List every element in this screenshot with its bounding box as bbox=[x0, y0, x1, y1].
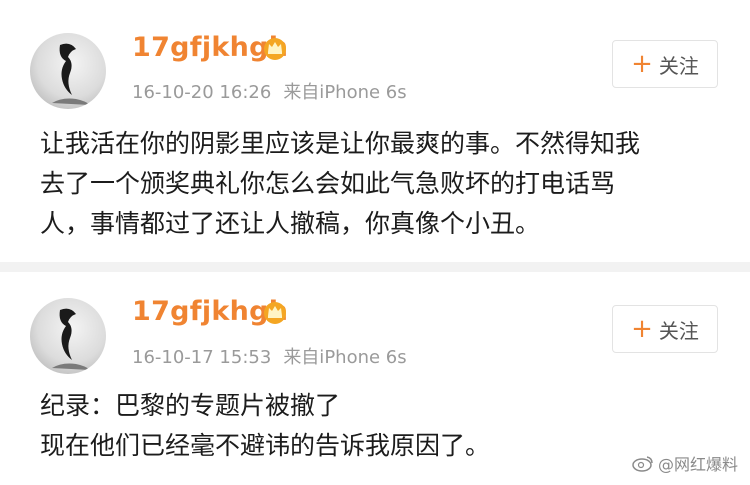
weibo-logo-icon bbox=[632, 456, 653, 472]
avatar-silhouette-icon bbox=[52, 43, 90, 105]
post-source: 来自iPhone 6s bbox=[283, 347, 407, 368]
follow-button[interactable]: + 关注 bbox=[612, 40, 718, 88]
avatar[interactable] bbox=[30, 33, 106, 109]
post-text-line: 去了一个颁奖典礼你怎么会如此气急败坏的打电话骂 bbox=[40, 169, 616, 198]
plus-icon: + bbox=[631, 49, 653, 79]
post-separator bbox=[0, 262, 750, 272]
weibo-post: 17gfjkhgh 16-10-20 16:26 来自iPhone 6s + 关注… bbox=[0, 0, 750, 262]
post-meta: 16-10-20 16:26 来自iPhone 6s bbox=[132, 78, 407, 104]
post-meta: 16-10-17 15:53 来自iPhone 6s bbox=[132, 343, 407, 369]
post-text-line: 现在他们已经毫不避讳的告诉我原因了。 bbox=[40, 431, 491, 460]
post-text-line: 让我活在你的阴影里应该是让你最爽的事。不然得知我 bbox=[40, 129, 641, 158]
post-text-line: 人，事情都过了还让人撤稿，你真像个小丑。 bbox=[40, 209, 541, 238]
crown-vip-icon bbox=[264, 38, 286, 60]
follow-label: 关注 bbox=[658, 53, 699, 78]
post-time: 16-10-20 16:26 bbox=[132, 82, 272, 103]
plus-icon: + bbox=[631, 314, 653, 344]
post-source: 来自iPhone 6s bbox=[283, 82, 407, 103]
post-text-line: 纪录：巴黎的专题片被撤了 bbox=[40, 391, 341, 420]
follow-button[interactable]: + 关注 bbox=[612, 305, 718, 353]
follow-label: 关注 bbox=[658, 318, 699, 343]
avatar[interactable] bbox=[30, 298, 106, 374]
post-content: 纪录：巴黎的专题片被撤了 现在他们已经毫不避讳的告诉我原因了。 bbox=[40, 386, 730, 466]
avatar-silhouette-icon bbox=[52, 308, 90, 370]
watermark-text: @网红爆料 bbox=[657, 455, 738, 474]
watermark: @网红爆料 bbox=[632, 451, 738, 475]
post-content: 让我活在你的阴影里应该是让你最爽的事。不然得知我 去了一个颁奖典礼你怎么会如此气… bbox=[40, 124, 730, 244]
post-time: 16-10-17 15:53 bbox=[132, 347, 272, 368]
crown-vip-icon bbox=[264, 302, 286, 324]
